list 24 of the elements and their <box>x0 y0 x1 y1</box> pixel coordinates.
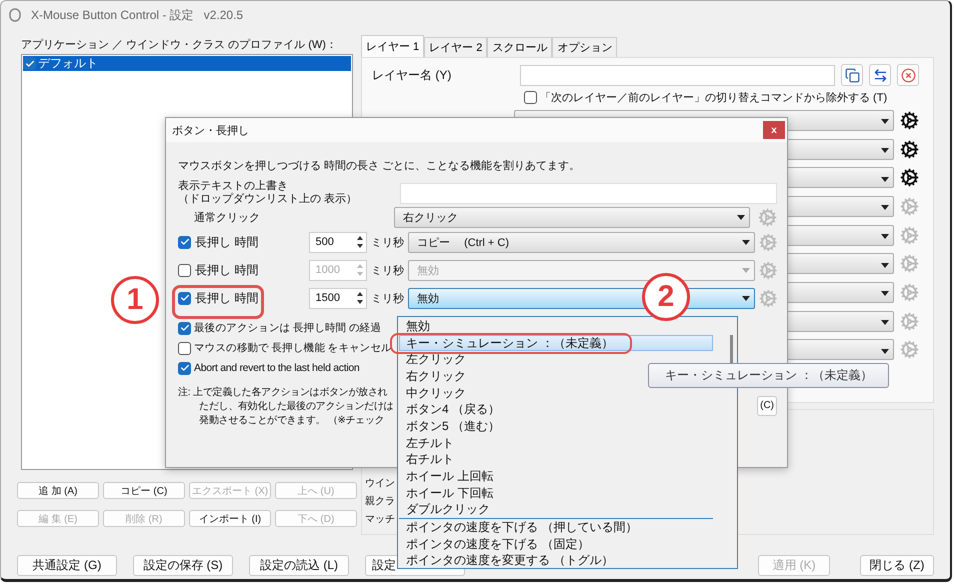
field-label: 親クラ <box>365 494 395 508</box>
normal-click-label: 通常クリック <box>194 210 260 224</box>
long-press-label: 長押し 時間 <box>195 290 260 306</box>
dialog-title: ボタン・長押し <box>172 124 249 138</box>
option-label: Abort and revert to the last held action <box>194 362 360 374</box>
window-title: X-Mouse Button Control - 設定 <box>31 6 194 24</box>
layer-name-label: レイヤー名 (Y) <box>372 66 452 84</box>
unit-label: ミリ秒 <box>371 264 404 278</box>
long-press-label: 長押し 時間 <box>195 262 260 278</box>
unit-label: ミリ秒 <box>371 292 404 306</box>
note-mark: 注: <box>178 386 190 400</box>
option-label: マウスの移動で 長押し機能 をキャンセル <box>194 341 392 355</box>
profile-label: アプリケーション ／ ウインドウ・クラス のプロファイル (W)： <box>20 38 338 53</box>
tooltip: キー・シミュレーション ：（未定義） <box>648 363 890 388</box>
option-label: 最後のアクションは 長押し時間 の経過 <box>194 321 382 335</box>
long-press-label: 長押し 時間 <box>195 234 260 250</box>
note-text: 上で定義した各アクションはボタンが放され ただし、有効化した最後のアクションだけは 発動させることができます。 （※チェック <box>193 386 394 428</box>
dialog-description: マウスボタンを押しつづける 時間の長さ ごとに、ことなる機能を割りあてます。 <box>178 158 580 172</box>
exclude-label: 「次のレイヤー／前のレイヤー」の切り替えコマンドから除外する (T) <box>540 90 888 104</box>
field-label: ウイン <box>365 477 395 490</box>
unit-label: ミリ秒 <box>371 236 404 250</box>
version-label: v2.20.5 <box>204 8 244 22</box>
override-label: 表示テキストの上書き （ドロップダウンリスト上の 表示） <box>178 180 358 206</box>
field-label: マッチ <box>365 513 395 526</box>
